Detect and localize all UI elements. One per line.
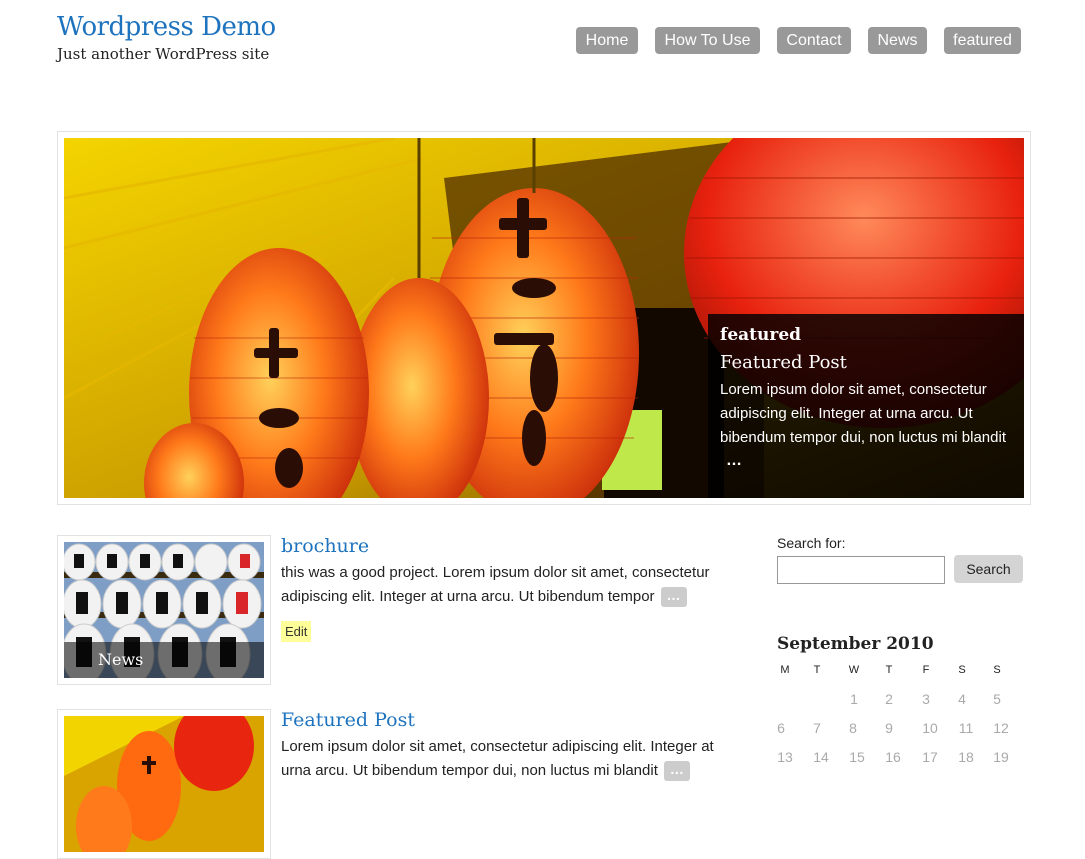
calendar-day: 14 [813, 749, 829, 765]
calendar-weekday: T [885, 664, 893, 676]
calendar-day: 10 [922, 720, 938, 736]
calendar-day: 1 [850, 691, 858, 707]
calendar-day: 13 [777, 749, 793, 765]
calendar-weekday: W [848, 664, 860, 676]
nav-item-featured[interactable]: featured [944, 27, 1021, 54]
calendar-weekday: T [813, 664, 821, 676]
nav-item-news[interactable]: News [868, 27, 927, 54]
nav-item-contact[interactable]: Contact [777, 27, 851, 54]
nav-item-home[interactable]: Home [576, 27, 638, 54]
main-nav: Home How To Use Contact News featured [0, 27, 1085, 55]
read-more-button[interactable]: … [660, 587, 687, 608]
calendar-day: 19 [993, 749, 1009, 765]
calendar-caption: September 2010 [777, 634, 934, 654]
calendar-day: 16 [885, 749, 901, 765]
search-button[interactable]: Search [954, 555, 1023, 583]
calendar-day: 8 [849, 720, 857, 736]
calendar-day: 2 [885, 691, 893, 707]
calendar-weekday: S [958, 664, 966, 676]
calendar-day: 4 [958, 691, 966, 707]
slider-read-more[interactable]: … [726, 452, 742, 470]
slider-excerpt: Lorem ipsum dolor sit amet, consectetur … [720, 381, 1006, 446]
featured-slider: featured Featured Post Lorem ipsum dolor… [57, 131, 1031, 505]
lanterns-thumb-photo [64, 716, 264, 852]
search-input[interactable] [777, 556, 945, 584]
post-excerpt: Lorem ipsum dolor sit amet, consectetur … [281, 735, 743, 783]
slider-category[interactable]: featured [720, 325, 801, 345]
slider-caption: featured Featured Post Lorem ipsum dolor… [708, 314, 1024, 498]
read-more-button[interactable]: … [663, 761, 690, 782]
calendar-day: 12 [993, 720, 1009, 736]
post-thumbnail[interactable]: News [57, 535, 271, 685]
slider-title[interactable]: Featured Post [720, 352, 847, 373]
calendar-day: 5 [993, 691, 1001, 707]
post-excerpt: this was a good project. Lorem ipsum dol… [281, 561, 743, 609]
calendar-day: 3 [922, 691, 930, 707]
post-title[interactable]: Featured Post [281, 709, 415, 731]
calendar-weekday: S [993, 664, 1001, 676]
post-title[interactable]: brochure [281, 535, 369, 557]
calendar-day: 7 [813, 720, 821, 736]
calendar-weekday: F [922, 664, 930, 676]
post-item: Featured Post Lorem ipsum dolor sit amet… [57, 709, 747, 859]
post-thumbnail[interactable] [57, 709, 271, 859]
post-category-label[interactable]: News [64, 642, 264, 678]
calendar-day: 11 [958, 720, 974, 736]
post-excerpt-text: Lorem ipsum dolor sit amet, consectetur … [281, 738, 714, 779]
calendar-day: 18 [958, 749, 974, 765]
calendar-day: 9 [885, 720, 893, 736]
post-excerpt-text: this was a good project. Lorem ipsum dol… [281, 564, 710, 605]
search-label: Search for: [777, 535, 846, 551]
nav-item-how-to-use[interactable]: How To Use [655, 27, 760, 54]
calendar-day: 6 [777, 720, 785, 736]
calendar-day: 17 [922, 749, 938, 765]
calendar-day: 15 [849, 749, 865, 765]
slider-image[interactable]: featured Featured Post Lorem ipsum dolor… [64, 138, 1024, 498]
post-item: News brochure this was a good project. L… [57, 535, 747, 685]
calendar-weekday: M [780, 664, 790, 676]
edit-link[interactable]: Edit [281, 621, 312, 642]
